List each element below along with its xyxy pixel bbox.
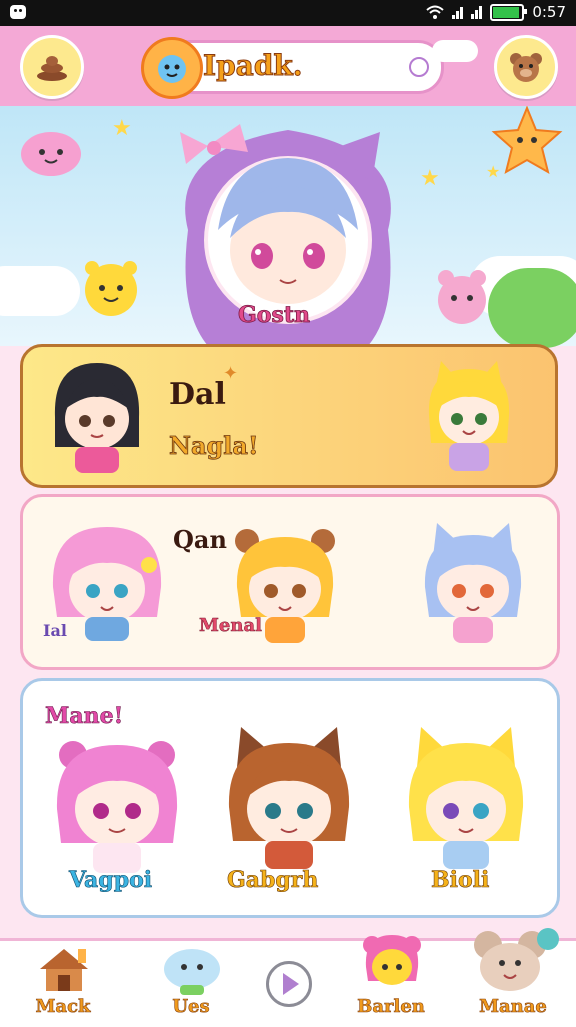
girl-mascot-icon — [363, 935, 421, 985]
app-notification-icon — [10, 5, 26, 19]
mascot-logo-icon — [141, 37, 203, 99]
character-card-2[interactable]: Qan Ial Menal — [20, 494, 560, 670]
poop-icon — [37, 56, 67, 81]
house-icon — [40, 949, 88, 991]
pink-bunny-mascot — [438, 270, 486, 324]
signal-icon-2 — [471, 5, 483, 19]
black-hair-girl-avatar[interactable] — [45, 357, 149, 475]
nav-item-friends[interactable]: Ues — [136, 941, 246, 1027]
nav-item-characters[interactable]: Barlen — [336, 935, 446, 1027]
character-card-1[interactable]: Dal Nagla! ✦ — [20, 344, 558, 488]
card-2-title: Qan — [173, 525, 227, 554]
character-card-3[interactable]: Mane! Vagpoi Gabgrh Bioli — [20, 678, 560, 918]
app-header: Ipadk. — [0, 26, 576, 109]
wifi-icon — [426, 5, 444, 19]
cloud-decoration — [432, 40, 478, 62]
status-bar: 0:57 — [0, 0, 576, 26]
logo-search-bar[interactable]: Ipadk. — [141, 37, 444, 99]
search-dropdown-icon[interactable] — [409, 57, 429, 77]
cloud-mascot-icon — [164, 949, 220, 995]
card-1-subtitle: Nagla! — [169, 431, 259, 461]
bear-icon — [510, 53, 542, 82]
character-name-3: Bioli — [431, 867, 490, 894]
pink-blob-mascot — [21, 132, 81, 176]
blue-cat-girl-avatar[interactable] — [415, 517, 531, 645]
blonde-cat-girl-avatar[interactable] — [419, 355, 519, 475]
bottom-navigation: Mack Ues Barlen Manae — [0, 928, 576, 1027]
status-time: 0:57 — [532, 3, 566, 21]
blonde-cat-girl-2-avatar[interactable] — [401, 721, 531, 871]
battery-icon — [490, 3, 528, 21]
nav-item-profile[interactable]: Manae — [458, 928, 568, 1027]
nav-label-characters: Barlen — [357, 996, 425, 1018]
star-mascot — [491, 106, 563, 175]
hero-character-name: Gostn — [238, 302, 311, 329]
card-1-title: Dal — [169, 377, 226, 412]
signal-icon — [452, 5, 464, 19]
nav-item-home[interactable]: Mack — [8, 941, 118, 1027]
brown-cat-boy-avatar[interactable] — [219, 721, 359, 871]
play-icon[interactable] — [266, 961, 312, 1007]
magenta-hair-girl-avatar[interactable] — [47, 725, 187, 875]
poop-menu-button[interactable] — [20, 35, 84, 99]
nav-label-profile: Manae — [479, 996, 547, 1018]
yellow-bear-mascot — [85, 261, 137, 316]
character-name-2: Gabgrh — [227, 867, 319, 894]
hero-banner: ★ ★ ★ Gostn — [0, 106, 576, 348]
app-logo-text: Ipadk. — [203, 49, 304, 83]
card-2-left-label: Ial — [43, 621, 67, 640]
profile-button[interactable] — [494, 35, 558, 99]
character-name-1: Vagpoi — [69, 867, 153, 894]
nav-label-home: Mack — [35, 996, 91, 1018]
nav-label-friends: Ues — [172, 996, 210, 1018]
mouse-mascot-icon — [474, 928, 559, 991]
card-2-mid-label: Menal — [199, 615, 262, 637]
